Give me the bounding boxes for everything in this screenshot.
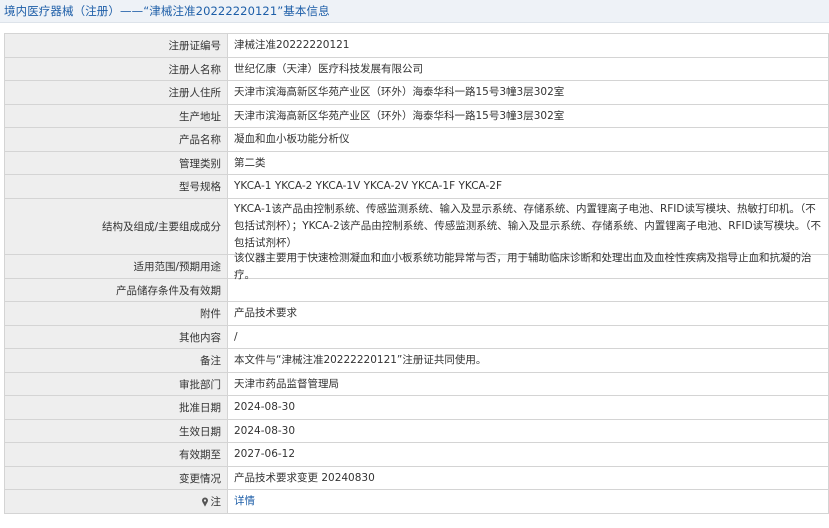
- row-value: 世纪亿康（天津）医疗科技发展有限公司: [228, 58, 829, 80]
- row-value: 产品技术要求: [228, 302, 829, 325]
- row-label: 注: [5, 490, 228, 513]
- row-label: 注册证编号: [5, 34, 228, 57]
- row-value: 本文件与“津械注准20222220121”注册证共同使用。: [228, 349, 829, 372]
- row-value: 凝血和血小板功能分析仪: [228, 128, 829, 151]
- row-label: 生效日期: [5, 420, 228, 442]
- row-label: 批准日期: [5, 396, 228, 419]
- row-label: 结构及组成/主要组成成分: [5, 199, 228, 254]
- table-row-change-history: 变更情况 产品技术要求变更 20240830: [5, 467, 829, 490]
- row-label: 注册人名称: [5, 58, 228, 80]
- row-value: 第二类: [228, 152, 829, 174]
- table-row-effective-date: 生效日期 2024-08-30: [5, 420, 829, 443]
- table-row-note: 注 详情: [5, 490, 829, 514]
- row-value: YKCA-1该产品由控制系统、传感监测系统、输入及显示系统、存储系统、内置锂离子…: [228, 199, 829, 254]
- table-row-intended-use: 适用范围/预期用途 该仪器主要用于快速检测凝血和血小板系统功能异常与否，用于辅助…: [5, 252, 829, 281]
- row-label: 注册人住所: [5, 81, 228, 104]
- info-table: 注册证编号 津械注准20222220121 注册人名称 世纪亿康（天津）医疗科技…: [4, 33, 829, 514]
- row-label: 型号规格: [5, 175, 228, 198]
- pin-icon: [201, 497, 208, 507]
- row-label: 适用范围/预期用途: [5, 255, 228, 278]
- row-label: 审批部门: [5, 373, 228, 395]
- row-value: 2027-06-12: [228, 443, 829, 466]
- note-label: 注: [210, 496, 222, 508]
- row-label: 管理类别: [5, 152, 228, 174]
- page-title: 境内医疗器械（注册）——“津械注准20222220121”基本信息: [4, 4, 330, 18]
- row-label: 产品名称: [5, 128, 228, 151]
- row-label: 变更情况: [5, 467, 228, 489]
- table-row-registration-number: 注册证编号 津械注准20222220121: [5, 34, 829, 58]
- table-row-remarks: 备注 本文件与“津械注准20222220121”注册证共同使用。: [5, 349, 829, 373]
- row-value: 该仪器主要用于快速检测凝血和血小板系统功能异常与否，用于辅助临床诊断和处理出血及…: [228, 252, 829, 281]
- row-label: 产品储存条件及有效期: [5, 279, 228, 301]
- table-row-production-address: 生产地址 天津市滨海高新区华苑产业区（环外）海泰华科一路15号3幢3层302室: [5, 105, 829, 128]
- row-label: 附件: [5, 302, 228, 325]
- table-row-structure-composition: 结构及组成/主要组成成分 YKCA-1该产品由控制系统、传感监测系统、输入及显示…: [5, 199, 829, 255]
- row-value: [228, 279, 829, 301]
- row-value: 津械注准20222220121: [228, 34, 829, 57]
- row-value: 天津市药品监督管理局: [228, 373, 829, 395]
- row-value: 天津市滨海高新区华苑产业区（环外）海泰华科一路15号3幢3层302室: [228, 105, 829, 127]
- row-value: 2024-08-30: [228, 420, 829, 442]
- table-row-management-category: 管理类别 第二类: [5, 152, 829, 175]
- table-row-product-name: 产品名称 凝血和血小板功能分析仪: [5, 128, 829, 152]
- details-link[interactable]: 详情: [234, 493, 255, 510]
- row-value: 2024-08-30: [228, 396, 829, 419]
- row-value: 详情: [228, 490, 829, 513]
- row-value: 天津市滨海高新区华苑产业区（环外）海泰华科一路15号3幢3层302室: [228, 81, 829, 104]
- row-value: /: [228, 326, 829, 348]
- row-label: 备注: [5, 349, 228, 372]
- table-row-attachments: 附件 产品技术要求: [5, 302, 829, 326]
- row-label: 有效期至: [5, 443, 228, 466]
- row-value: YKCA-1 YKCA-2 YKCA-1V YKCA-2V YKCA-1F YK…: [228, 175, 829, 198]
- row-value: 产品技术要求变更 20240830: [228, 467, 829, 489]
- row-label: 生产地址: [5, 105, 228, 127]
- table-row-valid-until: 有效期至 2027-06-12: [5, 443, 829, 467]
- table-row-approval-department: 审批部门 天津市药品监督管理局: [5, 373, 829, 396]
- table-row-registrant-name: 注册人名称 世纪亿康（天津）医疗科技发展有限公司: [5, 58, 829, 81]
- table-row-model-spec: 型号规格 YKCA-1 YKCA-2 YKCA-1V YKCA-2V YKCA-…: [5, 175, 829, 199]
- table-row-other-content: 其他内容 /: [5, 326, 829, 349]
- table-row-storage-conditions: 产品储存条件及有效期: [5, 279, 829, 302]
- title-bar: 境内医疗器械（注册）——“津械注准20222220121”基本信息: [0, 0, 829, 23]
- row-label: 其他内容: [5, 326, 228, 348]
- table-row-approval-date: 批准日期 2024-08-30: [5, 396, 829, 420]
- table-row-registrant-address: 注册人住所 天津市滨海高新区华苑产业区（环外）海泰华科一路15号3幢3层302室: [5, 81, 829, 105]
